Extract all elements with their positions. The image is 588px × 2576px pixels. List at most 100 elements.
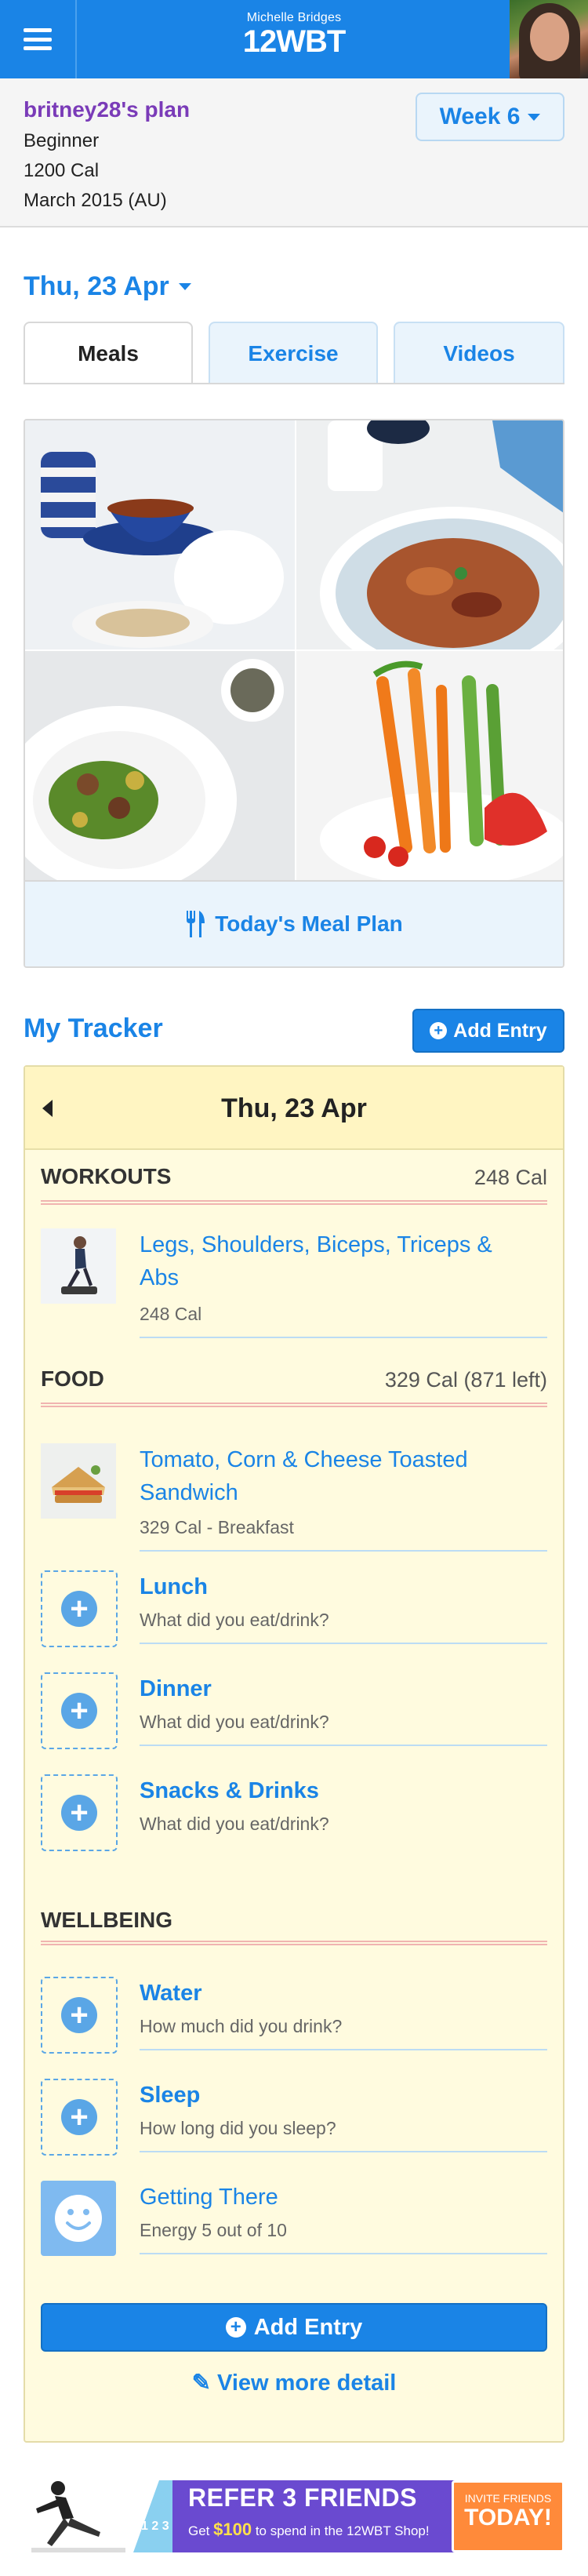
add-dinner-button[interactable]: + [41, 1672, 118, 1749]
meal-photo-breakfast [25, 420, 295, 649]
tracker-date: Thu, 23 Apr [221, 1093, 367, 1123]
snacks-prompt: What did you eat/drink? [140, 1814, 329, 1834]
brand-main: 12WBT [242, 24, 347, 59]
meal-photo-pasta [296, 420, 563, 649]
cutlery-icon [187, 911, 205, 937]
add-water-button[interactable]: + [41, 1977, 118, 2054]
plan-name[interactable]: britney28's plan [24, 97, 190, 122]
food-entry-snacks[interactable]: + Snacks & Drinks What did you eat/drink… [41, 1774, 547, 1853]
food-entry-lunch[interactable]: + Lunch What did you eat/drink? [41, 1570, 547, 1649]
view-more-label: View more detail [217, 2370, 397, 2396]
snacks-title: Snacks & Drinks [140, 1778, 319, 1803]
add-entry-label: Add Entry [453, 1019, 547, 1042]
food-title: Tomato, Corn & Cheese Toasted Sandwich [140, 1447, 468, 1505]
meal-plan-card[interactable]: Today's Meal Plan [24, 419, 564, 968]
entry-divider [140, 1550, 547, 1552]
plus-circle-icon: + [430, 1022, 448, 1039]
banner-sub-prefix: Get [188, 2523, 210, 2538]
section-divider [41, 1403, 547, 1407]
plus-circle-icon: + [61, 1693, 97, 1729]
chevron-down-icon [178, 283, 191, 290]
date-selector[interactable]: Thu, 23 Apr [24, 271, 191, 302]
plan-calories: 1200 Cal [24, 160, 100, 181]
lunch-title: Lunch [140, 1574, 208, 1599]
sandwich-thumbnail [41, 1443, 116, 1519]
meal-photo-salad [25, 651, 295, 880]
top-bar: Michelle Bridges 12WBT [0, 0, 588, 78]
banner-steps: 1 2 3 [141, 2520, 169, 2533]
meal-photo-vegetables [296, 651, 563, 880]
entry-divider [140, 2151, 547, 2152]
workout-title: Legs, Shoulders, Biceps, Triceps & Abs [140, 1232, 492, 1290]
dinner-prompt: What did you eat/drink? [140, 1712, 329, 1732]
section-divider [41, 1200, 547, 1205]
pencil-icon: ✎ [191, 2370, 211, 2396]
todays-meal-plan-link[interactable]: Today's Meal Plan [25, 880, 563, 966]
entry-divider [140, 1337, 547, 1338]
week-selector[interactable]: Week 6 [416, 93, 564, 141]
banner-headline: REFER 3 FRIENDS [188, 2483, 417, 2512]
refer-friends-banner[interactable]: 1 2 3 REFER 3 FRIENDS Get $100 to spend … [24, 2474, 564, 2560]
add-entry-button-top[interactable]: + Add Entry [412, 1009, 564, 1053]
invite-big: TODAY! [464, 2505, 552, 2531]
banner-sub-suffix: to spend in the 12WBT Shop! [255, 2523, 430, 2538]
workouts-total: 248 Cal [474, 1166, 547, 1189]
food-heading: FOOD [41, 1366, 104, 1391]
smiley-icon [41, 2181, 116, 2256]
wellbeing-entry-energy[interactable]: Getting There Energy 5 out of 10 [41, 2181, 547, 2259]
plus-circle-icon: + [61, 1591, 97, 1627]
add-entry-button-bottom[interactable]: + Add Entry [41, 2303, 547, 2352]
tab-exercise[interactable]: Exercise [209, 322, 378, 384]
food-total: 329 Cal (871 left) [384, 1368, 547, 1392]
wellbeing-heading: WELLBEING [41, 1908, 172, 1932]
tab-meals[interactable]: Meals [24, 322, 193, 384]
plus-circle-icon: + [61, 2099, 97, 2135]
view-more-detail-link[interactable]: ✎ View more detail [25, 2369, 563, 2396]
plan-info: britney28's plan Beginner 1200 Cal March… [0, 78, 588, 227]
food-calories: 329 Cal - Breakfast [140, 1517, 294, 1537]
energy-title: Getting There [140, 2185, 278, 2210]
avatar[interactable] [510, 0, 588, 78]
entry-divider [140, 1643, 547, 1644]
banner-subline: Get $100 to spend in the 12WBT Shop! [188, 2520, 430, 2540]
entry-divider [140, 2253, 547, 2254]
plan-round: March 2015 (AU) [24, 190, 167, 211]
chevron-down-icon [528, 113, 541, 121]
banner-amount: $100 [213, 2520, 252, 2539]
tab-bar: Meals Exercise Videos [24, 322, 564, 384]
food-entry-breakfast[interactable]: Tomato, Corn & Cheese Toasted Sandwich 3… [41, 1443, 547, 1552]
energy-level: Energy 5 out of 10 [140, 2220, 287, 2240]
invite-small: INVITE FRIENDS [464, 2492, 552, 2505]
tracker-date-header: Thu, 23 Apr [25, 1067, 563, 1150]
workouts-heading: WORKOUTS [41, 1164, 172, 1188]
date-label: Thu, 23 Apr [24, 271, 169, 301]
sleep-prompt: How long did you sleep? [140, 2118, 336, 2138]
invite-friends-button[interactable]: INVITE FRIENDS TODAY! [452, 2480, 564, 2552]
plus-circle-icon: + [61, 1997, 97, 2033]
banner-figure [31, 2481, 125, 2552]
brand-logo[interactable]: Michelle Bridges 12WBT [0, 11, 588, 58]
entry-divider [140, 2049, 547, 2050]
plus-circle-icon: + [61, 1795, 97, 1831]
sleep-title: Sleep [140, 2083, 201, 2108]
week-label: Week 6 [439, 104, 521, 129]
entry-divider [140, 1745, 547, 1746]
add-snacks-button[interactable]: + [41, 1774, 118, 1851]
plus-circle-icon: + [225, 2317, 246, 2338]
water-prompt: How much did you drink? [140, 2016, 343, 2036]
workout-entry[interactable]: Legs, Shoulders, Biceps, Triceps & Abs 2… [41, 1228, 547, 1338]
lunch-prompt: What did you eat/drink? [140, 1610, 329, 1630]
tab-videos[interactable]: Videos [394, 322, 564, 384]
water-title: Water [140, 1981, 202, 2006]
tab-divider [24, 383, 564, 384]
add-entry-big-label: Add Entry [253, 2314, 363, 2340]
plan-level: Beginner [24, 130, 100, 151]
add-lunch-button[interactable]: + [41, 1570, 118, 1647]
food-entry-dinner[interactable]: + Dinner What did you eat/drink? [41, 1672, 547, 1751]
wellbeing-entry-water[interactable]: + Water How much did you drink? [41, 1977, 547, 2055]
add-sleep-button[interactable]: + [41, 2079, 118, 2156]
workout-calories: 248 Cal [140, 1304, 202, 1324]
section-divider [41, 1941, 547, 1945]
wellbeing-entry-sleep[interactable]: + Sleep How long did you sleep? [41, 2079, 547, 2157]
brand-sub: Michelle Bridges [246, 11, 342, 24]
